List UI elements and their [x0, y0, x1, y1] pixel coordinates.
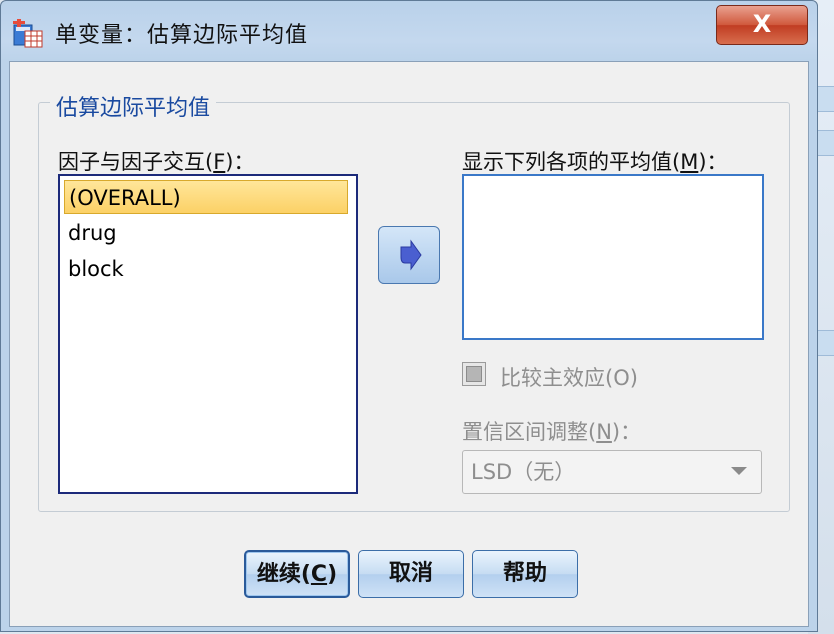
ci-adjustment-label-key: N	[596, 420, 612, 444]
cancel-button[interactable]: 取消	[358, 550, 464, 598]
factors-label-key: F	[213, 150, 226, 174]
help-button[interactable]: 帮助	[472, 550, 578, 598]
continue-label-key: C	[310, 562, 328, 587]
close-icon[interactable]: X	[753, 10, 772, 38]
continue-label-prefix: 继续(	[256, 562, 311, 587]
factors-listbox[interactable]: (OVERALL) drug block	[58, 174, 358, 494]
display-means-label-suffix: )：	[698, 150, 728, 174]
arrow-right-icon	[400, 239, 422, 271]
spss-app-icon	[13, 19, 43, 48]
continue-label-suffix: )	[327, 562, 338, 587]
display-means-label-prefix: 显示下列各项的平均值(	[462, 150, 681, 174]
list-item[interactable]: (OVERALL)	[64, 180, 348, 214]
factors-label-prefix: 因子与因子交互(	[58, 150, 214, 174]
move-right-button[interactable]	[378, 226, 440, 284]
list-item[interactable]: block	[64, 252, 348, 286]
list-item-label: (OVERALL)	[69, 186, 181, 210]
window-title: 单变量：估算边际平均值	[55, 23, 309, 48]
ci-adjustment-label-suffix: )：	[611, 420, 642, 444]
list-item-label: drug	[68, 221, 117, 245]
compare-main-effects-checkbox[interactable]	[462, 362, 486, 386]
compare-main-effects-label: 比较主效应(O)	[500, 366, 638, 390]
list-item-label: block	[68, 257, 124, 281]
ci-adjustment-value: LSD（无）	[471, 460, 576, 484]
chevron-down-icon	[731, 467, 747, 475]
factors-label: 因子与因子交互(F)：	[58, 146, 255, 176]
factors-label-suffix: )：	[225, 150, 255, 174]
close-button[interactable]: X	[716, 5, 808, 45]
display-means-label: 显示下列各项的平均值(M)：	[462, 146, 728, 176]
group-title: 估算边际平均值	[50, 90, 217, 122]
title-bar: 单变量：估算边际平均值 X	[1, 1, 817, 59]
dialog-window: 单变量：估算边际平均值 X 估算边际平均值 因子与因子交互(F)： (OVERA…	[0, 0, 818, 632]
display-means-listbox[interactable]	[462, 174, 764, 340]
continue-button[interactable]: 继续(C)	[244, 550, 350, 598]
ci-adjustment-select[interactable]: LSD（无）	[462, 450, 762, 494]
list-item[interactable]: drug	[64, 216, 348, 250]
ci-adjustment-label: 置信区间调整(N)：	[462, 416, 641, 446]
ci-adjustment-label-prefix: 置信区间调整(	[462, 420, 597, 444]
display-means-label-key: M	[680, 150, 699, 174]
dialog-body: 估算边际平均值 因子与因子交互(F)： (OVERALL) drug block…	[9, 61, 809, 627]
